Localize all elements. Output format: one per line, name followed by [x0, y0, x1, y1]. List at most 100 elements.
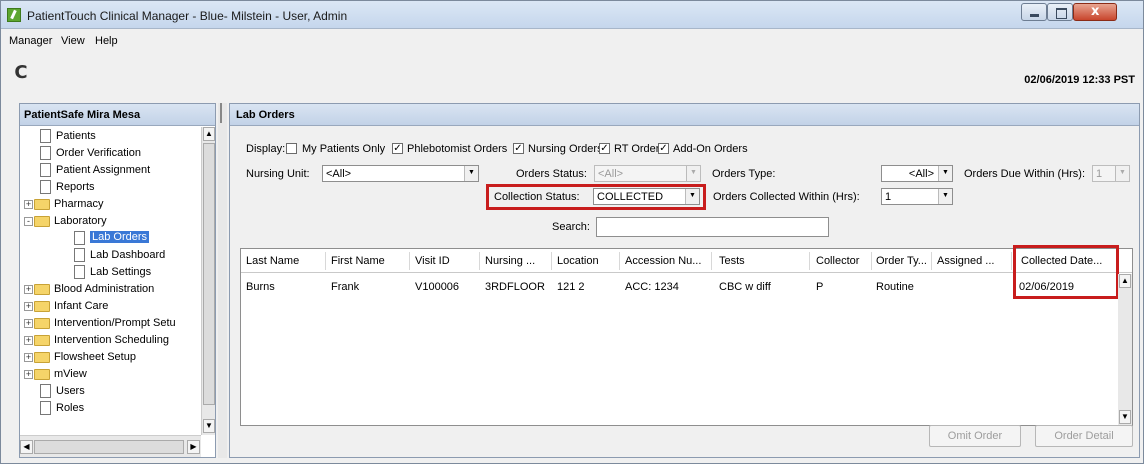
- checkbox-rt-orders[interactable]: ✓: [599, 143, 610, 154]
- expand-icon[interactable]: +: [24, 285, 33, 294]
- collection-status-select[interactable]: COLLECTED ▼: [593, 188, 700, 205]
- column-header[interactable]: Accession Nu...: [625, 255, 701, 267]
- expand-icon[interactable]: +: [24, 200, 33, 209]
- tree-item-label: Patient Assignment: [56, 164, 151, 176]
- document-icon: [74, 231, 85, 245]
- tree-item-label: Laboratory: [54, 215, 107, 227]
- column-header[interactable]: Nursing ...: [485, 255, 535, 267]
- scroll-down-icon[interactable]: ▼: [203, 419, 215, 433]
- chevron-down-icon: ▼: [686, 166, 700, 181]
- scroll-up-icon[interactable]: ▲: [1119, 274, 1131, 288]
- column-header[interactable]: Visit ID: [415, 255, 450, 267]
- scroll-right-icon[interactable]: ▶: [187, 440, 200, 454]
- navigation-tree: Patients Order Verification Patient Assign…: [20, 127, 200, 435]
- cell-last-name: Burns: [246, 281, 275, 293]
- nursing-unit-select[interactable]: <All> ▼: [322, 165, 479, 182]
- label-phlebotomist-orders: Phlebotomist Orders: [407, 143, 508, 155]
- cell-location: 121 2: [557, 281, 585, 293]
- tree-item-label: Pharmacy: [54, 198, 104, 210]
- app-window: PatientTouch Clinical Manager - Blue- Mi…: [0, 0, 1144, 464]
- navigation-pane: PatientSafe Mira Mesa Patients Order Veri…: [19, 103, 216, 458]
- cell-first-name: Frank: [331, 281, 360, 293]
- expand-icon[interactable]: +: [24, 336, 33, 345]
- tree-item-label: Reports: [56, 181, 95, 193]
- scroll-thumb[interactable]: [203, 143, 215, 405]
- display-label: Display:: [246, 143, 286, 155]
- column-header[interactable]: Assigned ...: [937, 255, 994, 267]
- menu-view[interactable]: View: [61, 35, 85, 47]
- column-header[interactable]: Location: [557, 255, 599, 267]
- tree-item-label: Lab Settings: [90, 266, 152, 278]
- cell-nursing-unit: 3RDFLOOR: [485, 281, 545, 293]
- orders-due-within-select[interactable]: 1 ▼: [1092, 165, 1130, 182]
- tree-item-label: Intervention/Prompt Setu: [54, 317, 176, 329]
- tree-item-label: mView: [54, 368, 87, 380]
- tree-horizontal-scrollbar[interactable]: ◀ ▶: [20, 435, 201, 457]
- lab-orders-panel: Lab Orders Display: My Patients Only ✓ P…: [229, 103, 1140, 458]
- orders-type-select[interactable]: <All> ▼: [881, 165, 953, 182]
- search-label: Search:: [552, 221, 590, 233]
- panel-title: Lab Orders: [230, 104, 1139, 126]
- checkbox-my-patients[interactable]: [286, 143, 297, 154]
- facility-header: PatientSafe Mira Mesa: [20, 104, 215, 126]
- expand-icon[interactable]: +: [24, 319, 33, 328]
- column-header[interactable]: First Name: [331, 255, 385, 267]
- tree-item-label: Flowsheet Setup: [54, 351, 136, 363]
- scroll-up-icon[interactable]: ▲: [203, 127, 215, 141]
- folder-icon: [34, 284, 50, 295]
- tree-vertical-scrollbar[interactable]: ▲ ▼: [201, 127, 215, 435]
- column-header[interactable]: Tests: [719, 255, 745, 267]
- folder-icon: [34, 369, 50, 380]
- folder-icon: [34, 301, 50, 312]
- scroll-thumb[interactable]: [34, 440, 184, 454]
- tree-item-label: Order Verification: [56, 147, 141, 159]
- menu-help[interactable]: Help: [95, 35, 118, 47]
- label-add-on-orders: Add-On Orders: [673, 143, 748, 155]
- tree-item-label: Blood Administration: [54, 283, 155, 295]
- search-input[interactable]: [596, 217, 829, 237]
- tree-item-label: Intervention Scheduling: [54, 334, 169, 346]
- close-button[interactable]: [1073, 3, 1117, 21]
- document-icon: [40, 163, 51, 177]
- checkbox-nursing-orders[interactable]: ✓: [513, 143, 524, 154]
- collected-date-highlight: [1013, 245, 1119, 299]
- document-icon: [74, 265, 85, 279]
- orders-status-label: Orders Status:: [516, 168, 587, 180]
- orders-collected-within-select[interactable]: 1 ▼: [881, 188, 953, 205]
- scroll-left-icon[interactable]: ◀: [20, 440, 33, 454]
- maximize-button[interactable]: [1047, 3, 1073, 21]
- expand-icon[interactable]: +: [24, 302, 33, 311]
- app-logo-icon: [7, 8, 21, 22]
- scroll-down-icon[interactable]: ▼: [1119, 410, 1131, 424]
- chevron-down-icon: ▼: [938, 166, 952, 181]
- orders-status-select[interactable]: <All> ▼: [594, 165, 701, 182]
- minimize-button[interactable]: [1021, 3, 1047, 21]
- label-nursing-orders: Nursing Orders: [528, 143, 603, 155]
- tree-item-label: Roles: [56, 402, 85, 414]
- pane-splitter[interactable]: [218, 103, 227, 458]
- tree-item-label: Lab Dashboard: [90, 249, 166, 261]
- expand-icon[interactable]: +: [24, 370, 33, 379]
- column-header[interactable]: Last Name: [246, 255, 299, 267]
- refresh-icon[interactable]: C: [10, 62, 32, 84]
- expand-icon[interactable]: +: [24, 353, 33, 362]
- menu-bar: Manager View Help: [1, 30, 1143, 52]
- window-title: PatientTouch Clinical Manager - Blue- Mi…: [27, 9, 348, 23]
- checkbox-phlebotomist-orders[interactable]: ✓: [392, 143, 403, 154]
- folder-icon: [34, 352, 50, 363]
- cell-collector: P: [816, 281, 824, 293]
- grid-vertical-scrollbar[interactable]: ▲ ▼: [1118, 274, 1132, 426]
- cell-accession-number: ACC: 1234: [625, 281, 679, 293]
- orders-type-label: Orders Type:: [712, 168, 776, 180]
- lab-orders-grid: Last Name First Name Visit ID Nursing ..…: [240, 245, 1133, 426]
- collapse-icon[interactable]: -: [24, 217, 33, 226]
- omit-order-button[interactable]: Omit Order: [929, 425, 1021, 447]
- checkbox-add-on-orders[interactable]: ✓: [658, 143, 669, 154]
- document-icon: [40, 384, 51, 398]
- column-header[interactable]: Order Ty...: [876, 255, 927, 267]
- menu-manager[interactable]: Manager: [9, 35, 52, 47]
- tree-item-label: Infant Care: [54, 300, 109, 312]
- column-header[interactable]: Collector: [816, 255, 859, 267]
- folder-icon: [34, 318, 50, 329]
- order-detail-button[interactable]: Order Detail: [1035, 425, 1133, 447]
